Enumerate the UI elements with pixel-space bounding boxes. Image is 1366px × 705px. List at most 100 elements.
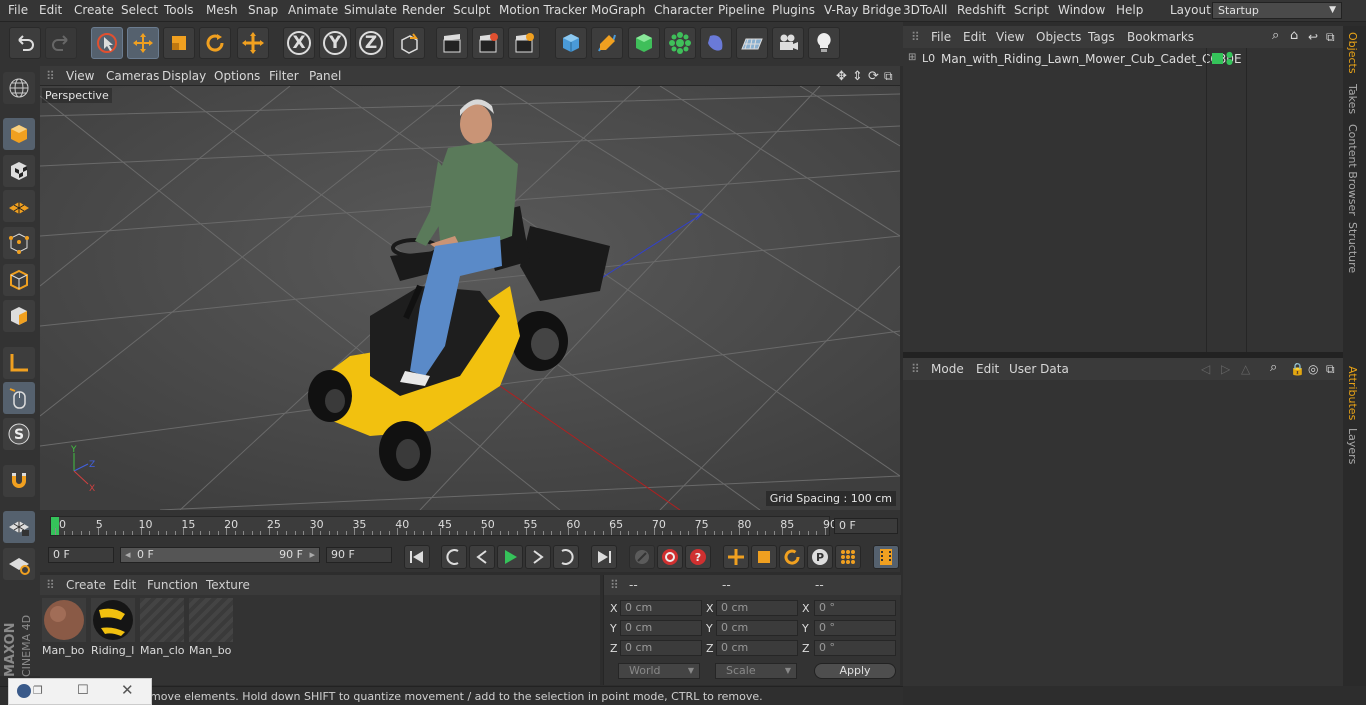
tab-structure[interactable]: Structure: [1346, 222, 1359, 273]
pos-z-field[interactable]: 0 cm: [620, 640, 702, 656]
points-mode-button[interactable]: [3, 227, 35, 259]
enable-workplane-button[interactable]: [3, 511, 35, 543]
rot-p-field[interactable]: 0 °: [814, 620, 896, 636]
material-menu-texture[interactable]: Texture: [206, 578, 250, 592]
axis-mode-button[interactable]: [3, 347, 35, 379]
menu-snap[interactable]: Snap: [248, 3, 278, 17]
key-position-button[interactable]: [723, 545, 749, 569]
tweak-mode-button[interactable]: [3, 382, 35, 414]
add-camera-button[interactable]: [772, 27, 804, 59]
lock-x-axis-button[interactable]: X: [283, 27, 315, 59]
key-rotation-button[interactable]: [779, 545, 805, 569]
render-region-button[interactable]: [472, 27, 504, 59]
attribute-menu-mode[interactable]: Mode: [931, 362, 964, 376]
material-item[interactable]: Man_bo: [42, 598, 86, 658]
menu-mesh[interactable]: Mesh: [206, 3, 238, 17]
menu-sculpt[interactable]: Sculpt: [453, 3, 490, 17]
viewport-menu-display[interactable]: Display: [162, 69, 206, 83]
material-menu-create[interactable]: Create: [66, 578, 106, 592]
search-icon[interactable]: ⌕: [1270, 360, 1277, 375]
viewport-menu-filter[interactable]: Filter: [269, 69, 299, 83]
object-tree-row[interactable]: ⊞ L0 Man_with_Riding_Lawn_Mower_Cub_Cade…: [908, 51, 1242, 68]
viewport-menu-options[interactable]: Options: [214, 69, 260, 83]
key-scale-button[interactable]: [751, 545, 777, 569]
menu-pipeline[interactable]: Pipeline: [718, 3, 765, 17]
end-frame-field[interactable]: 90 F: [326, 547, 392, 563]
locked-workplane-button[interactable]: [3, 548, 35, 580]
maximize-icon[interactable]: ☐: [77, 683, 89, 698]
target-icon[interactable]: ◎: [1308, 362, 1318, 376]
visibility-dots-icon[interactable]: ● ●: [1226, 51, 1233, 66]
move-tool-button[interactable]: [127, 27, 159, 59]
add-cube-button[interactable]: [555, 27, 587, 59]
menu-redshift[interactable]: Redshift: [957, 3, 1006, 17]
model-mode-button[interactable]: [3, 118, 35, 150]
menu-file[interactable]: File: [8, 3, 28, 17]
timeline-window-button[interactable]: [873, 545, 899, 569]
back-icon[interactable]: ↩: [1308, 30, 1318, 44]
tab-attributes[interactable]: Attributes: [1346, 366, 1359, 420]
current-frame-field[interactable]: 0 F: [834, 518, 898, 534]
restore-icon[interactable]: ❐: [33, 684, 43, 697]
layout-select[interactable]: Startup ▼: [1212, 2, 1342, 19]
maximize-view-icon[interactable]: ⧉: [884, 69, 893, 84]
material-item[interactable]: Man_bo: [189, 598, 233, 658]
menu-edit[interactable]: Edit: [39, 3, 62, 17]
viewport-menu-view[interactable]: View: [66, 69, 94, 83]
pos-x-field[interactable]: 0 cm: [620, 600, 702, 616]
size-mode-select[interactable]: Scale ▼: [715, 663, 797, 679]
menu-3dtoall[interactable]: 3DToAll: [903, 3, 947, 17]
render-settings-button[interactable]: [508, 27, 540, 59]
apply-button[interactable]: Apply: [814, 663, 896, 679]
new-window-icon[interactable]: ⧉: [1326, 362, 1335, 377]
menu-mograph[interactable]: MoGraph: [591, 3, 646, 17]
edges-mode-button[interactable]: [3, 264, 35, 296]
go-to-end-button[interactable]: [591, 545, 617, 569]
menu-character[interactable]: Character: [654, 3, 713, 17]
menu-help[interactable]: Help: [1116, 3, 1143, 17]
make-editable-button[interactable]: [3, 72, 35, 104]
rot-h-field[interactable]: 0 °: [814, 600, 896, 616]
size-x-field[interactable]: 0 cm: [716, 600, 798, 616]
tab-objects[interactable]: Objects: [1346, 32, 1359, 74]
menu-plugins[interactable]: Plugins: [772, 3, 815, 17]
solo-mode-button[interactable]: S: [3, 418, 35, 450]
home-icon[interactable]: ⌂: [1290, 28, 1298, 43]
redo-button[interactable]: [45, 27, 77, 59]
size-y-field[interactable]: 0 cm: [716, 620, 798, 636]
object-name[interactable]: Man_with_Riding_Lawn_Mower_Cub_Cadet_CC3…: [941, 52, 1242, 66]
material-item[interactable]: Riding_l: [91, 598, 135, 658]
tab-layers[interactable]: Layers: [1346, 428, 1359, 464]
close-icon[interactable]: ✕: [121, 681, 134, 699]
timeline-ruler[interactable]: 0 5 10 15 20 25 30 35 40 45 50 55 60 65 70 75 80 85 90: [50, 516, 837, 536]
object-menu-view[interactable]: View: [996, 30, 1024, 44]
autokeying-button[interactable]: ?: [685, 545, 711, 569]
texture-mode-button[interactable]: [3, 155, 35, 187]
menu-animate[interactable]: Animate: [288, 3, 338, 17]
attribute-menu-edit[interactable]: Edit: [976, 362, 999, 376]
material-menu-edit[interactable]: Edit: [113, 578, 136, 592]
preview-range-slider[interactable]: ◂ 0 F 90 F ▸: [120, 547, 320, 563]
transform-tool-button[interactable]: [237, 27, 269, 59]
tab-content-browser[interactable]: Content Browser: [1346, 124, 1359, 216]
rotate-tool-button[interactable]: [199, 27, 231, 59]
layer-color-swatch[interactable]: [1212, 53, 1223, 64]
panel-splitter[interactable]: [903, 352, 1343, 358]
add-subdivision-button[interactable]: [628, 27, 660, 59]
object-menu-bookmarks[interactable]: Bookmarks: [1127, 30, 1194, 44]
add-floor-button[interactable]: [736, 27, 768, 59]
rotate-view-icon[interactable]: ⟳: [868, 69, 879, 84]
up-arrow-icon[interactable]: △: [1241, 362, 1250, 376]
object-menu-tags[interactable]: Tags: [1088, 30, 1115, 44]
perspective-viewport[interactable]: Y Z X Perspective Grid Spacing : 100 cm: [40, 86, 900, 510]
menu-render[interactable]: Render: [402, 3, 445, 17]
new-window-icon[interactable]: ⧉: [1326, 30, 1335, 45]
render-view-button[interactable]: [436, 27, 468, 59]
menu-select[interactable]: Select: [121, 3, 158, 17]
expand-icon[interactable]: ⊞: [908, 52, 916, 63]
workplane-mode-button[interactable]: [3, 190, 35, 222]
rot-b-field[interactable]: 0 °: [814, 640, 896, 656]
pan-view-icon[interactable]: ✥: [836, 69, 847, 84]
lock-z-axis-button[interactable]: Z: [355, 27, 387, 59]
scale-tool-button[interactable]: [163, 27, 195, 59]
